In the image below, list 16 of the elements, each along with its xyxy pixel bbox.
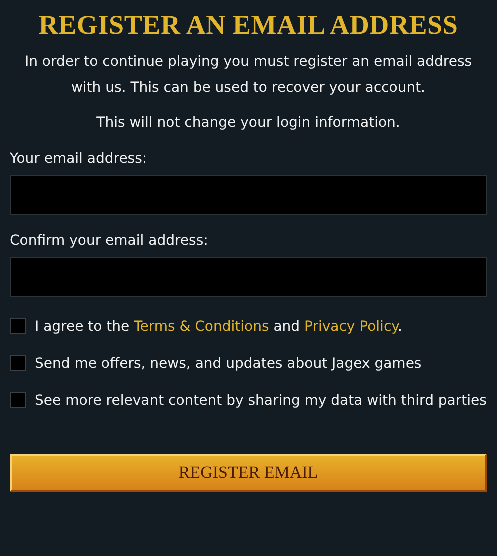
email-field[interactable] [10,175,487,215]
intro-text: In order to continue playing you must register an email address with us. This can be used to recover your account. [24,53,474,98]
checkbox-label: See more relevant content by sharing my data with third parties [35,392,487,411]
policy-link[interactable]: Terms & Conditions [134,319,270,335]
checkbox-label: I agree to the Terms & Conditions and Privacy Policy. [35,318,402,337]
field-label: Your email address: [10,151,148,167]
field-label: Confirm your email address: [10,233,208,249]
note-text: This will not change your login information. [96,115,400,131]
checkbox[interactable] [10,355,26,371]
checkbox[interactable] [10,392,26,408]
policy-link[interactable]: Privacy Policy [304,319,398,335]
email-field[interactable] [10,257,487,297]
page-title: REGISTER AN EMAIL ADDRESS [38,10,458,41]
checkbox-label: Send me offers, news, and updates about Jagex games [35,355,422,374]
register-button[interactable]: REGISTER EMAIL [10,454,487,492]
checkbox[interactable] [10,318,26,334]
